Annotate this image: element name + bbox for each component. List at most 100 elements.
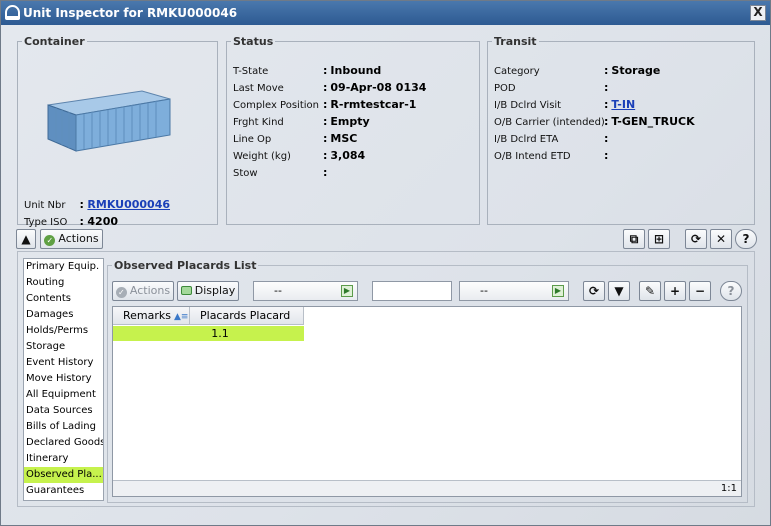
transit-field-row: I/B Dclrd ETA: bbox=[494, 132, 609, 145]
transit-field-label: Category bbox=[494, 66, 540, 77]
delete-icon[interactable]: ✕ bbox=[710, 229, 732, 249]
add-icon[interactable]: + bbox=[664, 281, 686, 301]
sidebar-item[interactable]: Move History bbox=[24, 371, 103, 387]
sidebar-item[interactable]: Contents bbox=[24, 291, 103, 307]
transit-field-label: I/B Dclrd ETA bbox=[494, 134, 559, 145]
status-field-label: Last Move bbox=[233, 83, 284, 94]
actions-label: Actions bbox=[58, 232, 99, 245]
sidebar-item[interactable]: Itinerary bbox=[24, 451, 103, 467]
filter-dropdown-1-value: -- bbox=[274, 284, 282, 297]
status-legend: Status bbox=[233, 35, 274, 48]
status-field-value: MSC bbox=[330, 132, 358, 145]
container-legend: Container bbox=[24, 35, 85, 48]
status-field-row: Last Move:09-Apr-08 0134 bbox=[233, 81, 427, 94]
type-iso-row: Type ISO : 4200 bbox=[24, 215, 119, 228]
dropdown-arrow-icon: ▶ bbox=[341, 285, 353, 297]
status-field-value: 09-Apr-08 0134 bbox=[330, 81, 427, 94]
sidebar-item[interactable]: Bills of Lading bbox=[24, 419, 103, 435]
ib-visit-link[interactable]: T-IN bbox=[611, 98, 635, 111]
transit-field-value: Storage bbox=[611, 64, 661, 77]
app-icon bbox=[5, 5, 20, 20]
table-cell-remarks bbox=[113, 326, 190, 341]
status-field-row: Complex Position: R-rmtestcar-1 bbox=[233, 98, 417, 111]
list-help-icon[interactable]: ? bbox=[720, 281, 742, 301]
transit-field-row: Category: Storage bbox=[494, 64, 661, 77]
unit-nbr-row: Unit Nbr : RMKU000046 bbox=[24, 198, 171, 211]
placards-actions-button[interactable]: ✓ Actions bbox=[112, 281, 174, 301]
type-iso-value: 4200 bbox=[87, 215, 119, 228]
display-label: Display bbox=[194, 284, 236, 297]
sidebar-item[interactable]: Declared Goods bbox=[24, 435, 103, 451]
status-field-row: Line Op: MSC bbox=[233, 132, 358, 145]
sidebar-item[interactable]: Holds/Perms bbox=[24, 323, 103, 339]
status-field-row: Frght Kind: Empty bbox=[233, 115, 370, 128]
transit-legend: Transit bbox=[494, 35, 537, 48]
status-field-label: Weight (kg) bbox=[233, 151, 291, 162]
sort-icon: ▲≡ bbox=[174, 312, 189, 322]
status-field-value: Empty bbox=[330, 115, 370, 128]
sidebar-item[interactable]: Primary Equip. bbox=[24, 259, 103, 275]
sidebar-item[interactable]: Guarantees bbox=[24, 483, 103, 499]
refresh-list-icon[interactable]: ⟳ bbox=[583, 281, 605, 301]
sidebar-item[interactable]: Storage bbox=[24, 339, 103, 355]
column-header-placard[interactable]: Placards Placard▲≡ bbox=[190, 307, 304, 340]
status-field-label: T-State bbox=[233, 66, 269, 77]
type-iso-label: Type ISO bbox=[24, 217, 68, 228]
transit-field-row: I/B Dclrd Visit: T-IN bbox=[494, 98, 636, 111]
filter-dropdown-2[interactable]: -- ▶ bbox=[459, 281, 569, 301]
unit-nbr-link[interactable]: RMKU000046 bbox=[87, 198, 170, 211]
placards-actions-label: Actions bbox=[129, 284, 171, 297]
status-field-value: R-rmtestcar-1 bbox=[330, 98, 417, 111]
container-panel: Container Unit Nbr : RMKU000046 Type ISO… bbox=[17, 35, 218, 228]
display-button[interactable]: Display bbox=[177, 281, 239, 301]
unit-nbr-label: Unit Nbr bbox=[24, 200, 66, 211]
transit-field-label: I/B Dclrd Visit bbox=[494, 100, 562, 111]
filter-dropdown-2-value: -- bbox=[480, 284, 488, 297]
status-field-row: T-State: Inbound bbox=[233, 64, 382, 77]
help-icon[interactable]: ? bbox=[735, 229, 757, 249]
sidebar-nav: Primary Equip. Routing Contents Damages Hold… bbox=[23, 258, 104, 501]
status-field-row: Weight (kg):3,084 bbox=[233, 149, 366, 162]
title-bar: Unit Inspector for RMKU000046 X bbox=[1, 1, 770, 25]
transit-field-row: O/B Intend ETD: bbox=[494, 149, 609, 162]
filter-dropdown-1[interactable]: -- ▶ bbox=[253, 281, 358, 301]
sidebar-item[interactable]: Damages bbox=[24, 307, 103, 323]
unit-inspector-window: Unit Inspector for RMKU000046 X Containe… bbox=[0, 0, 771, 526]
sidebar-item[interactable]: Observed Pla... bbox=[24, 467, 103, 483]
status-field-value: Inbound bbox=[330, 64, 382, 77]
status-field-label: Line Op bbox=[233, 134, 272, 145]
remove-icon[interactable]: − bbox=[689, 281, 711, 301]
window-title: Unit Inspector for RMKU000046 bbox=[23, 6, 238, 20]
placards-legend: Observed Placards List bbox=[114, 259, 257, 272]
transit-field-row: POD: bbox=[494, 81, 609, 94]
status-field-value: 3,084 bbox=[330, 149, 366, 162]
status-field-label: Frght Kind bbox=[233, 117, 284, 128]
copy-icon[interactable]: ⧉ bbox=[623, 229, 645, 249]
grid-footer-count: 1:1 bbox=[113, 480, 741, 496]
edit-icon[interactable]: ✎ bbox=[639, 281, 661, 301]
sidebar-item[interactable]: Event History bbox=[24, 355, 103, 371]
status-panel: Status T-State: Inbound Last Move:09-Apr-0… bbox=[226, 35, 480, 225]
collapse-button[interactable]: ▲ bbox=[16, 229, 36, 249]
sidebar-item[interactable]: Routing bbox=[24, 275, 103, 291]
check-icon: ✓ bbox=[115, 287, 127, 298]
transit-panel: Transit Category: Storage POD: I/B Dclrd Vi… bbox=[487, 35, 755, 225]
status-field-label: Complex Position bbox=[233, 100, 319, 111]
close-icon[interactable]: X bbox=[750, 5, 766, 21]
transit-field-value: T-GEN_TRUCK bbox=[611, 115, 695, 128]
column-header-remarks[interactable]: Remarks ▲≡ bbox=[113, 307, 190, 325]
sidebar-item[interactable]: All Equipment bbox=[24, 387, 103, 403]
status-field-row: Stow: bbox=[233, 166, 328, 179]
sidebar-item[interactable]: Data Sources bbox=[24, 403, 103, 419]
transit-field-label: O/B Carrier (intended) bbox=[494, 117, 605, 128]
actions-button[interactable]: ✓ Actions bbox=[40, 229, 103, 249]
refresh-icon[interactable]: ⟳ bbox=[685, 229, 707, 249]
filter-text-input[interactable] bbox=[372, 281, 452, 301]
filter-icon[interactable]: ▼ bbox=[608, 281, 630, 301]
status-field-label: Stow bbox=[233, 168, 258, 179]
placards-grid: Remarks▲≡ Placards Placard▲≡ 1.1 1:1 bbox=[112, 306, 742, 497]
check-icon: ✓ bbox=[44, 235, 56, 246]
add-note-icon[interactable]: ⊞ bbox=[648, 229, 670, 249]
display-icon bbox=[180, 286, 192, 295]
transit-field-label: POD bbox=[494, 83, 516, 94]
